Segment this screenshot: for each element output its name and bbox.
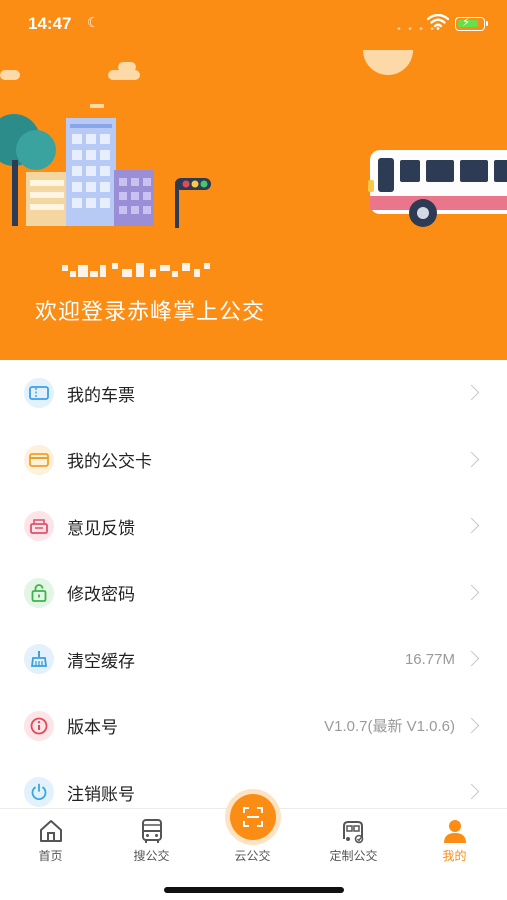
menu-label: 我的车票	[67, 385, 135, 406]
tab-mine[interactable]: 我的	[404, 809, 505, 869]
tab-label: 搜公交	[133, 849, 170, 863]
person-icon	[443, 820, 466, 843]
version-value: V1.0.7(最新 V1.0.6)	[324, 718, 455, 736]
tab-label: 我的	[442, 849, 467, 863]
menu-label: 我的公交卡	[67, 452, 152, 473]
menu-label: 清空缓存	[67, 651, 135, 672]
menu-item-my-bus-card[interactable]: 我的公交卡	[0, 427, 507, 494]
lock-icon	[24, 577, 54, 608]
broom-icon	[24, 644, 54, 674]
menu-label: 注销账号	[67, 784, 135, 805]
scan-button[interactable]	[225, 789, 281, 845]
chevron-right-icon	[463, 783, 480, 800]
menu-label: 版本号	[67, 718, 118, 739]
masked-username	[62, 263, 210, 277]
tab-label: 云公交	[234, 849, 271, 863]
bus-icon	[141, 819, 162, 843]
cache-size: 16.77M	[404, 650, 455, 668]
chevron-right-icon	[463, 517, 480, 534]
menu-item-change-password[interactable]: 修改密码	[0, 560, 507, 627]
menu-label: 意见反馈	[67, 518, 135, 539]
menu-item-version[interactable]: 版本号 V1.0.7(最新 V1.0.6)	[0, 693, 507, 760]
chevron-right-icon	[463, 584, 480, 601]
feedback-icon	[24, 511, 54, 541]
home-icon	[39, 820, 62, 842]
power-icon	[24, 777, 54, 807]
tab-home[interactable]: 首页	[0, 809, 101, 869]
profile-menu: 我的车票 我的公交卡 意见反馈 修改密码 清空缓存 16.77M 版本号 V1.…	[0, 360, 507, 826]
card-icon	[24, 444, 54, 475]
chevron-right-icon	[463, 384, 480, 401]
tab-label: 定制公交	[329, 849, 378, 863]
chevron-right-icon	[463, 717, 480, 734]
tab-cloud-bus[interactable]: 云公交	[202, 789, 303, 869]
tab-label: 首页	[38, 849, 63, 863]
chevron-right-icon	[463, 650, 480, 667]
bottom-tab-bar: 首页 搜公交 云公交 定制公交 我的	[0, 789, 507, 900]
tab-custom-bus[interactable]: 定制公交	[303, 809, 404, 869]
menu-item-feedback[interactable]: 意见反馈	[0, 493, 507, 560]
tab-search-bus[interactable]: 搜公交	[101, 809, 202, 869]
home-indicator	[164, 887, 344, 893]
profile-header: 14:47 ☾ • • • • ⚡ 欢迎登录赤峰掌上公交	[0, 0, 507, 360]
chevron-right-icon	[463, 451, 480, 468]
welcome-text: 欢迎登录赤峰掌上公交	[35, 300, 266, 325]
ticket-icon	[24, 378, 54, 408]
scan-icon	[243, 807, 263, 827]
menu-item-my-tickets[interactable]: 我的车票	[0, 360, 507, 427]
menu-label: 修改密码	[67, 585, 135, 606]
custom-bus-icon	[342, 821, 363, 844]
info-icon	[24, 710, 54, 741]
menu-item-clear-cache[interactable]: 清空缓存 16.77M	[0, 626, 507, 693]
